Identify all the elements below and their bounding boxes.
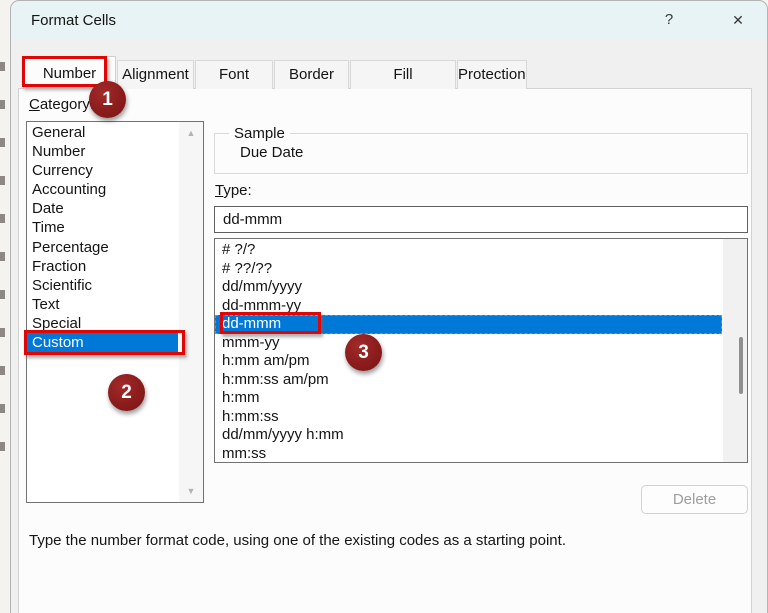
- tab[interactable]: Alignment: [117, 60, 194, 89]
- background-sheet-marks: [0, 62, 5, 462]
- type-list-item[interactable]: dd/mm/yyyy h:mm: [215, 426, 722, 445]
- category-list-item[interactable]: Custom: [27, 333, 178, 353]
- tab[interactable]: Font: [195, 60, 273, 89]
- category-items: General Number Currency Accounting Date Time P…: [27, 123, 178, 353]
- annotation-badge-2: 2: [108, 374, 145, 411]
- type-list-item[interactable]: dd/mm/yyyy: [215, 278, 722, 297]
- type-label: Type:: [215, 182, 252, 199]
- background-app-sliver: [0, 0, 10, 613]
- category-list-item[interactable]: Number: [27, 142, 178, 161]
- category-list-item[interactable]: General: [27, 123, 178, 142]
- category-list-item[interactable]: Text: [27, 295, 178, 314]
- dialog-title: Format Cells: [31, 12, 117, 29]
- sample-groupbox: Sample Due Date: [214, 125, 748, 174]
- annotation-badge-1: 1: [89, 81, 126, 118]
- type-list-item[interactable]: h:mm am/pm: [215, 352, 722, 371]
- type-items: # ?/? # ??/?? dd/mm/yyyy dd-mmm-yy dd-mmm mmm…: [215, 241, 722, 463]
- category-list-item[interactable]: Fraction: [27, 257, 178, 276]
- type-listbox[interactable]: # ?/? # ??/?? dd/mm/yyyy dd-mmm-yy dd-mmm mmm…: [214, 238, 748, 463]
- category-list-item[interactable]: Time: [27, 218, 178, 237]
- type-list-item[interactable]: h:mm: [215, 389, 722, 408]
- category-list-item[interactable]: Special: [27, 314, 178, 333]
- type-scrollbar-thumb[interactable]: [739, 337, 743, 394]
- type-list-item[interactable]: h:mm:ss: [215, 408, 722, 427]
- category-listbox[interactable]: General Number Currency Accounting Date Time P…: [26, 121, 204, 503]
- category-list-item[interactable]: Currency: [27, 161, 178, 180]
- type-list-item[interactable]: dd-mmm: [215, 315, 722, 334]
- type-input[interactable]: dd-mmm: [214, 206, 748, 233]
- type-list-item[interactable]: dd-mmm-yy: [215, 297, 722, 316]
- tab[interactable]: Fill: [350, 60, 456, 89]
- type-list-item[interactable]: mm:ss: [215, 445, 722, 464]
- sample-label: Sample: [229, 125, 290, 142]
- help-text: Type the number format code, using one o…: [29, 532, 566, 549]
- type-list-item[interactable]: # ?/?: [215, 241, 722, 260]
- category-list-item[interactable]: Date: [27, 199, 178, 218]
- type-scrollbar[interactable]: [723, 239, 747, 462]
- delete-button[interactable]: Delete: [641, 485, 748, 514]
- category-scrollbar[interactable]: ▲ ▼: [179, 122, 203, 502]
- category-list-item[interactable]: Accounting: [27, 180, 178, 199]
- help-icon[interactable]: ?: [657, 1, 681, 39]
- annotation-badge-3: 3: [345, 334, 382, 371]
- category-list-item[interactable]: Scientific: [27, 276, 178, 295]
- tab[interactable]: Protection: [457, 60, 527, 89]
- type-list-item[interactable]: # ??/??: [215, 260, 722, 279]
- category-list-item[interactable]: Percentage: [27, 238, 178, 257]
- type-list-item[interactable]: mmm-yy: [215, 334, 722, 353]
- sample-value: Due Date: [240, 144, 304, 161]
- type-list-item[interactable]: h:mm:ss am/pm: [215, 371, 722, 390]
- scroll-down-icon[interactable]: ▼: [179, 486, 203, 496]
- dialog-titlebar: Format Cells ? ✕: [11, 1, 767, 39]
- format-cells-dialog: Format Cells ? ✕ Number Alignment Font Bord…: [10, 0, 768, 613]
- close-icon[interactable]: ✕: [723, 1, 753, 39]
- scroll-up-icon[interactable]: ▲: [179, 128, 203, 138]
- tab[interactable]: Border: [274, 60, 349, 89]
- category-label: Category:: [29, 96, 95, 113]
